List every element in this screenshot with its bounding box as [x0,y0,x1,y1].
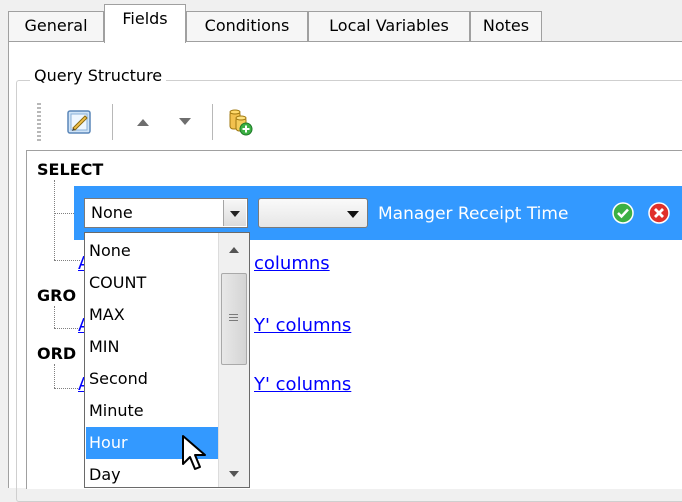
group-by-node[interactable]: GRO [37,286,76,306]
list-item[interactable]: None [86,235,218,267]
order-by-node[interactable]: ORD [37,344,76,364]
list-item[interactable]: COUNT [86,267,218,299]
add-order-by-link[interactable]: Y' columns [254,374,351,396]
scroll-thumb[interactable] [221,273,247,365]
list-item[interactable]: MAX [86,299,218,331]
tab-general[interactable]: General [8,11,104,41]
add-group-by-link[interactable]: Y' columns [254,315,351,337]
close-icon[interactable] [648,202,670,224]
function-combo[interactable] [258,198,368,228]
tab-notes[interactable]: Notes [470,11,542,41]
tree-line [54,180,55,260]
chevron-down-icon [347,211,359,218]
list-item[interactable]: MIN [86,331,218,363]
field-name: Manager Receipt Time [378,204,569,224]
chevron-down-icon[interactable] [223,200,246,226]
add-database-icon[interactable] [222,103,256,141]
toolbar-separator [212,104,213,140]
check-icon[interactable] [612,202,634,224]
toolbar-grip[interactable] [37,103,41,141]
group-title: Query Structure [30,66,167,86]
move-up-icon[interactable] [126,103,160,141]
dropdown-scrollbar[interactable] [218,233,249,487]
scroll-down-icon[interactable] [229,471,239,477]
aggregate-dropdown-list[interactable]: None COUNT MAX MIN Second Minute Hour Da… [84,232,250,488]
tree-line [54,364,55,388]
toolbar-separator [112,104,113,140]
list-item[interactable]: Second [86,363,218,395]
edit-icon[interactable] [62,103,96,141]
tab-bar: General Fields Conditions Local Variable… [0,0,682,44]
tree-line [54,328,80,329]
aggregate-combo[interactable]: None [84,198,248,228]
tab-fields[interactable]: Fields [104,4,186,43]
tab-local-variables[interactable]: Local Variables [308,11,470,41]
move-down-icon[interactable] [168,103,202,141]
list-item[interactable]: Minute [86,395,218,427]
select-node[interactable]: SELECT [37,160,103,180]
tab-conditions[interactable]: Conditions [186,11,308,41]
tree-line [54,213,74,214]
mouse-cursor-icon [181,434,209,478]
tree-line [54,306,55,328]
tree-line [54,260,80,261]
scroll-up-icon[interactable] [229,247,239,253]
aggregate-combo-value: None [91,203,133,222]
add-columns-link[interactable]: columns [254,253,330,275]
tree-line [54,388,80,389]
